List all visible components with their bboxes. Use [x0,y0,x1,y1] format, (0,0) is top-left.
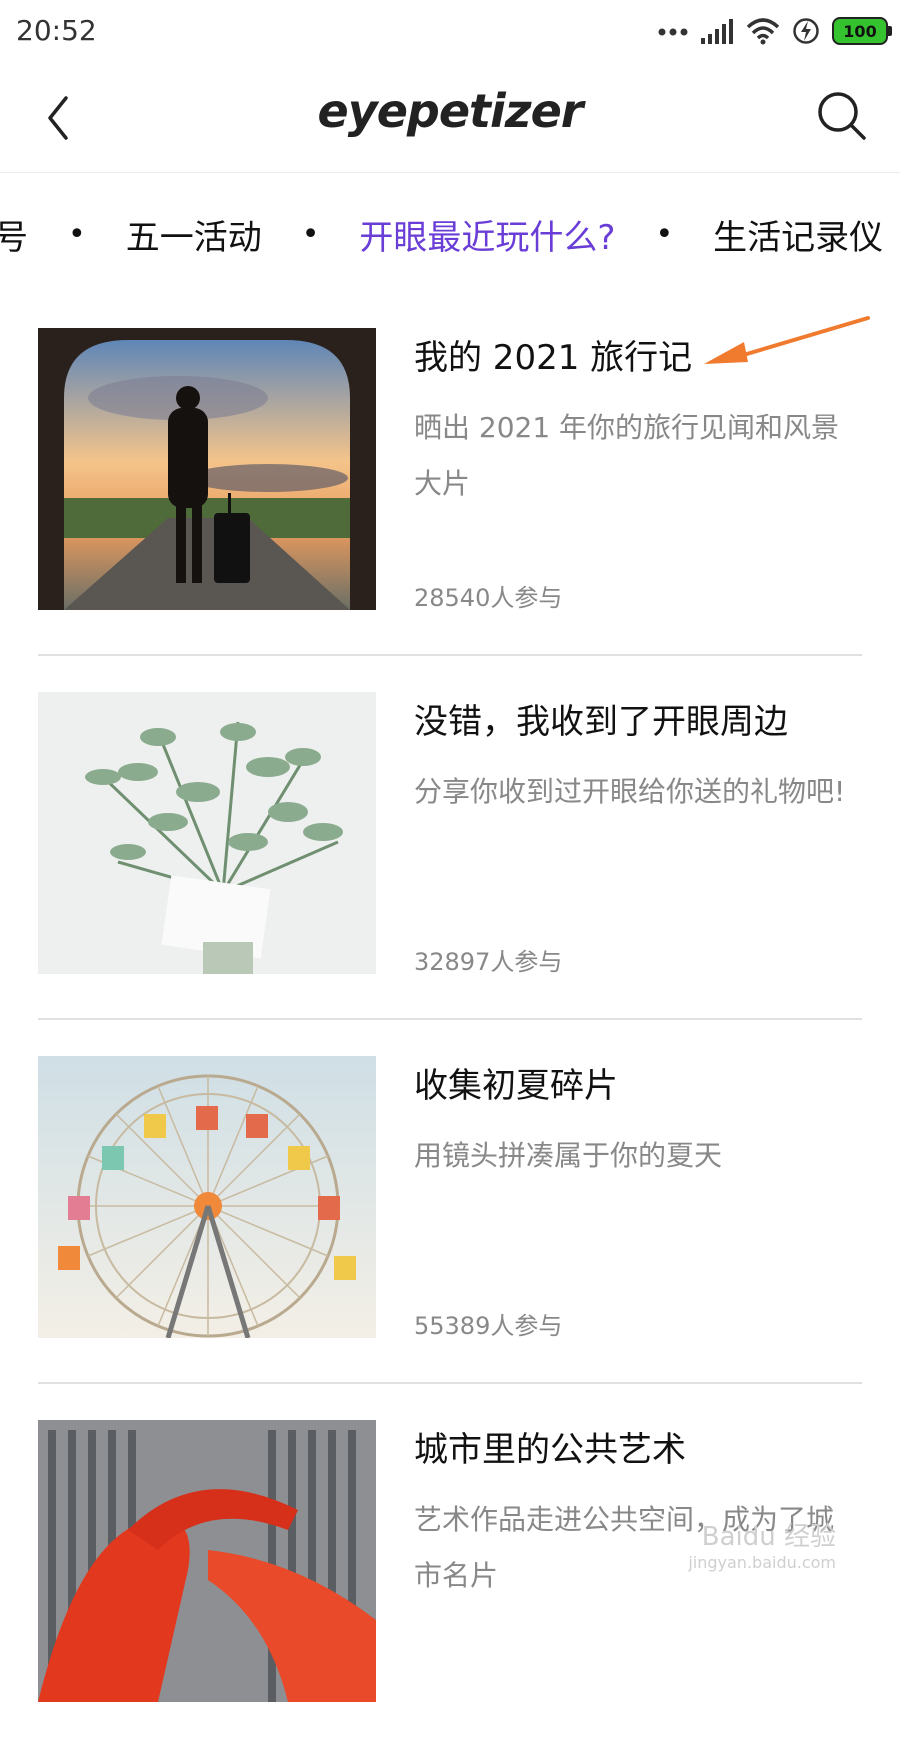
charging-icon [793,18,819,44]
watermark-sub: jingyan.baidu.com [688,1553,836,1572]
topic-tabs: 号 • 五一活动 • 开眼最近玩什么? • 生活记录仪 [0,172,900,292]
card-title: 我的 2021 旅行记 [414,338,693,378]
participant-count: 55389人参与 [414,1312,563,1340]
topic-card[interactable]: 收集初夏碎片 用镜头拼凑属于你的夏天 55389人参与 [38,1020,862,1384]
tab-separator: • [68,217,86,252]
status-bar: 20:52 100 [0,0,900,62]
card-description: 用镜头拼凑属于你的夏天 [414,1139,723,1172]
watermark-main: Baidu 经验 [701,1522,836,1552]
card-thumbnail[interactable] [38,328,376,610]
tab-may-day-event[interactable]: 五一活动 [126,210,262,259]
card-thumbnail[interactable] [38,1420,376,1702]
traveler-silhouette-image [38,328,376,610]
app-logo: eyepetizer [317,84,584,138]
tab-separator: • [301,217,320,252]
card-description: 晒出 2021 年你的旅行见闻和风景大片 [414,411,840,500]
eucalyptus-bouquet-image [38,692,376,974]
status-icons: 100 [658,14,892,48]
app-header: eyepetizer [0,62,900,173]
tab-partial[interactable]: 号 [0,210,28,259]
more-dots-icon [658,28,688,36]
red-sculpture-image [38,1420,376,1702]
wifi-icon [746,18,780,45]
participant-count: 32897人参与 [414,948,563,976]
watermark: Baidu 经验 jingyan.baidu.com [688,1516,836,1572]
signal-icon [701,19,733,44]
card-title: 收集初夏碎片 [414,1066,618,1106]
participant-count: 28540人参与 [414,584,563,612]
card-thumbnail[interactable] [38,1056,376,1338]
annotation-arrow-icon [704,316,870,364]
search-button[interactable] [816,90,868,142]
card-title: 城市里的公共艺术 [414,1430,686,1470]
topic-card[interactable]: 没错，我收到了开眼周边 分享你收到过开眼给你送的礼物吧! 32897人参与 [38,656,862,1020]
battery-icon: 100 [832,17,892,45]
status-time: 20:52 [16,14,97,47]
card-description: 分享你收到过开眼给你送的礼物吧! [414,775,846,808]
tab-recent-play[interactable]: 开眼最近玩什么? [359,210,615,259]
search-icon [818,92,866,140]
tab-life-recorder[interactable]: 生活记录仪 [713,210,883,259]
card-thumbnail[interactable] [38,692,376,974]
ferris-wheel-image [38,1056,376,1338]
tab-separator: • [655,217,674,252]
card-title: 没错，我收到了开眼周边 [414,702,788,742]
